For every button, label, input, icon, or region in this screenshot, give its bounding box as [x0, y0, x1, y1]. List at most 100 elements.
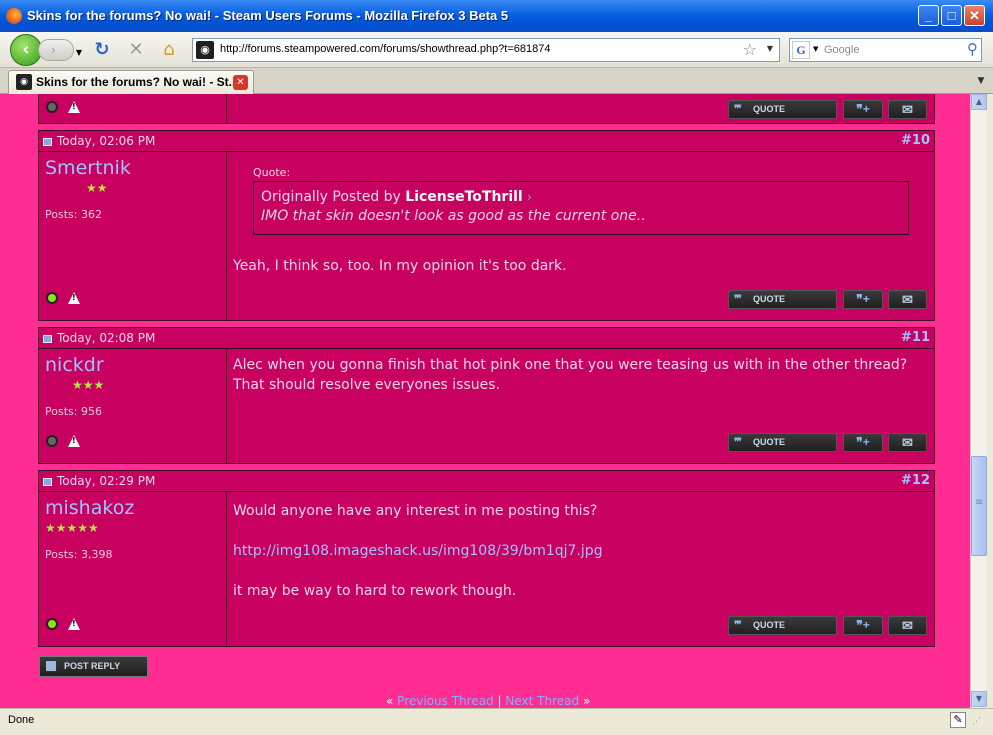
- tab-label: Skins for the forums? No wai! - St...: [36, 75, 239, 89]
- rank-stars: ★★★★★: [45, 521, 99, 535]
- report-icon[interactable]: [68, 618, 80, 630]
- rank-stars: ★★: [86, 181, 108, 195]
- search-icon[interactable]: ⚲: [967, 40, 978, 58]
- window-title: Skins for the forums? No wai! - Steam Us…: [27, 8, 509, 23]
- url-bar[interactable]: ◉ http://forums.steampowered.com/forums/…: [192, 38, 780, 62]
- post-icon: [43, 335, 52, 343]
- firefox-icon: [6, 8, 22, 24]
- quote-button[interactable]: QUOTE: [728, 616, 837, 635]
- post-header: Today, 02:08 PM #11: [39, 328, 934, 349]
- post-message: Alec when you gonna finish that hot pink…: [233, 355, 923, 395]
- mail-icon[interactable]: ✉: [888, 100, 927, 119]
- url-input[interactable]: http://forums.steampowered.com/forums/sh…: [220, 43, 551, 55]
- thread-nav-separator: |: [497, 694, 502, 708]
- search-bar[interactable]: G ▼ Google ⚲: [789, 38, 982, 62]
- engine-dropdown-icon[interactable]: ▼: [813, 45, 818, 53]
- post-sidebar: [39, 94, 227, 123]
- url-dropdown-icon[interactable]: ▼: [767, 44, 773, 53]
- quote-button[interactable]: QUOTE: [728, 433, 837, 452]
- status-bar: Done ✎ ⋰: [0, 708, 993, 735]
- quote-button[interactable]: QUOTE: [728, 290, 837, 309]
- username-link[interactable]: nickdr: [45, 354, 104, 376]
- username-link[interactable]: mishakoz: [45, 497, 134, 519]
- post-number-link[interactable]: #12: [901, 473, 930, 488]
- post-reply-label: POST REPLY: [64, 661, 121, 671]
- multiquote-button[interactable]: ❞+: [843, 100, 883, 119]
- quote-prefix: Originally Posted by: [261, 189, 401, 205]
- message-line: it may be way to hard to rework though.: [233, 583, 517, 599]
- report-icon[interactable]: [68, 435, 80, 447]
- scroll-up-arrow-icon[interactable]: ▲: [971, 94, 987, 110]
- message-line: That should resolve everyones issues.: [233, 377, 500, 393]
- multiquote-button[interactable]: ❞+: [843, 616, 883, 635]
- scroll-down-arrow-icon[interactable]: ▼: [971, 691, 987, 707]
- tab-close-icon[interactable]: ✕: [233, 75, 248, 90]
- post-number-link[interactable]: #10: [901, 133, 930, 148]
- page-content: QUOTE ❞+ ✉ Today, 02:06 PM #10 Smertnik …: [0, 94, 970, 708]
- post-icon: [43, 138, 52, 146]
- posts-count: Posts: 3,398: [45, 548, 113, 561]
- steam-site-icon: ◉: [196, 41, 214, 59]
- post-sidebar: nickdr ★★★ Posts: 956: [39, 349, 227, 463]
- previous-thread-link[interactable]: Previous Thread: [397, 694, 494, 708]
- view-post-icon[interactable]: ›: [527, 190, 532, 204]
- mail-icon[interactable]: ✉: [888, 616, 927, 635]
- resize-grip-icon[interactable]: ⋰: [972, 717, 986, 731]
- navigation-toolbar: ‹ › ▼ ↻ ✕ ⌂ ◉ http://forums.steampowered…: [0, 32, 993, 68]
- notepad-icon[interactable]: ✎: [950, 712, 966, 728]
- post-date: Today, 02:08 PM: [57, 331, 156, 345]
- quote-author: LicenseToThrill: [405, 189, 523, 205]
- next-thread-link[interactable]: Next Thread: [505, 694, 579, 708]
- post-message: Yeah, I think so, too. In my opinion it'…: [233, 258, 567, 274]
- post-12: Today, 02:29 PM #12 mishakoz ★★★★★ Posts…: [38, 470, 935, 647]
- quote-button[interactable]: QUOTE: [728, 100, 837, 119]
- maximize-button[interactable]: □: [941, 5, 962, 26]
- post-sidebar: mishakoz ★★★★★ Posts: 3,398: [39, 492, 227, 646]
- rank-stars: ★★★: [72, 378, 105, 392]
- post-number-link[interactable]: #11: [901, 330, 930, 345]
- search-input[interactable]: Google: [824, 44, 859, 56]
- close-button[interactable]: ✕: [964, 5, 985, 26]
- post-date: Today, 02:29 PM: [57, 474, 156, 488]
- posts-count: Posts: 362: [45, 208, 102, 221]
- post-previous-partial: QUOTE ❞+ ✉: [38, 94, 935, 124]
- report-icon[interactable]: [68, 292, 80, 304]
- status-text: Done: [8, 714, 35, 726]
- tab-list-dropdown-icon[interactable]: ▼: [973, 71, 989, 91]
- post-11: Today, 02:08 PM #11 nickdr ★★★ Posts: 95…: [38, 327, 935, 464]
- quote-box: Originally Posted by LicenseToThrill › I…: [253, 181, 909, 235]
- google-engine-icon[interactable]: G: [792, 41, 810, 59]
- username-link[interactable]: Smertnik: [45, 157, 131, 179]
- thread-navigation: « Previous Thread | Next Thread »: [386, 694, 590, 708]
- post-icon: [43, 478, 52, 486]
- tab-active[interactable]: ◉ Skins for the forums? No wai! - St... …: [8, 70, 254, 94]
- posts-count: Posts: 956: [45, 405, 102, 418]
- history-dropdown-icon[interactable]: ▼: [69, 43, 89, 63]
- multiquote-button[interactable]: ❞+: [843, 433, 883, 452]
- prev-marker: «: [386, 694, 394, 708]
- report-icon[interactable]: [68, 101, 80, 113]
- post-reply-button[interactable]: POST REPLY: [39, 656, 148, 677]
- bookmark-star-icon[interactable]: ☆: [743, 40, 757, 59]
- offline-status-icon: [46, 101, 58, 113]
- multiquote-button[interactable]: ❞+: [843, 290, 883, 309]
- window-frame: [987, 94, 993, 735]
- home-icon[interactable]: ⌂: [159, 40, 179, 60]
- image-link[interactable]: http://img108.imageshack.us/img108/39/bm…: [233, 543, 603, 559]
- message-line: Would anyone have any interest in me pos…: [233, 503, 598, 519]
- minimize-button[interactable]: _: [918, 5, 939, 26]
- scroll-thumb[interactable]: [971, 456, 987, 556]
- reload-icon[interactable]: ↻: [92, 40, 112, 60]
- mail-icon[interactable]: ✉: [888, 433, 927, 452]
- vertical-scrollbar[interactable]: ▲ ▼: [970, 94, 987, 708]
- steam-tab-icon: ◉: [16, 74, 32, 90]
- post-sidebar: Smertnik ★★ Posts: 362: [39, 152, 227, 320]
- post-reply-icon: [45, 660, 57, 672]
- post-date: Today, 02:06 PM: [57, 134, 156, 148]
- post-message: Would anyone have any interest in me pos…: [233, 501, 603, 601]
- next-marker: »: [582, 694, 591, 708]
- mail-icon[interactable]: ✉: [888, 290, 927, 309]
- title-bar: Skins for the forums? No wai! - Steam Us…: [0, 0, 993, 32]
- stop-icon[interactable]: ✕: [126, 40, 146, 60]
- quote-text: IMO that skin doesn't look as good as th…: [261, 208, 646, 224]
